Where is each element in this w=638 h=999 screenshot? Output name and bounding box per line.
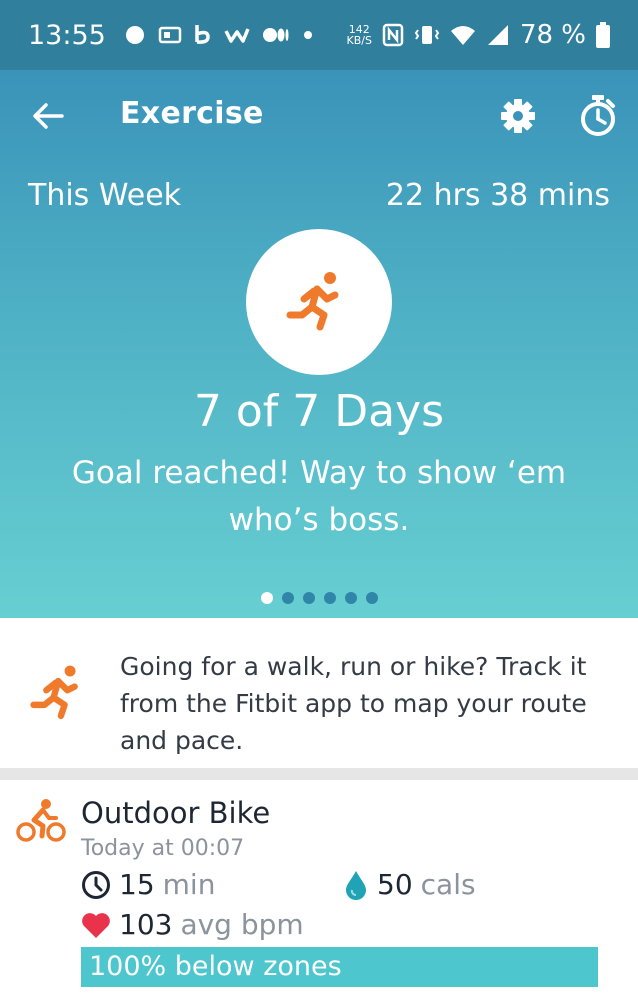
news-icon	[158, 26, 182, 44]
system-icons: 142 KB/S 78 %	[346, 20, 610, 50]
gps-tip-card[interactable]: Going for a walk, run or hike? Track it …	[0, 618, 638, 768]
medium-icon	[262, 28, 289, 42]
page-indicator[interactable]	[0, 592, 638, 604]
activity-list-item[interactable]: Outdoor Bike Today at 00:07 15 min 50 ca…	[0, 780, 638, 999]
calories-unit: cals	[420, 868, 476, 901]
b-app-icon	[195, 25, 210, 44]
heart-zone-bar: 100% below zones	[81, 947, 598, 987]
status-time: 13:55	[28, 19, 106, 51]
calories-value: 50	[377, 868, 413, 901]
exercise-summary-header: Exercise This Week 22 hrs 38 mins 7 of 7…	[0, 70, 638, 618]
calories-drop-icon	[346, 870, 366, 900]
nfc-icon	[382, 23, 404, 47]
tip-text: Going for a walk, run or hike? Track it …	[120, 652, 587, 755]
vibrate-icon	[414, 26, 440, 44]
page-title: Exercise	[120, 96, 264, 131]
days-goal-count: 7 of 7 Days	[193, 386, 445, 437]
page-dot[interactable]	[323, 592, 336, 604]
calories-stat: 50 cals	[343, 868, 476, 901]
more-notifications-icon	[303, 31, 312, 39]
page-dot[interactable]	[365, 592, 378, 604]
cell-signal-icon	[487, 25, 508, 45]
activity-name: Outdoor Bike	[81, 796, 271, 830]
exercise-goal-badge	[246, 229, 392, 375]
gear-icon[interactable]	[498, 96, 538, 136]
bike-icon	[16, 799, 66, 842]
clock-icon	[82, 870, 110, 899]
heart-rate-stat: 103 avg bpm	[81, 908, 304, 941]
duration-value: 15	[119, 868, 155, 901]
running-person-icon	[30, 665, 78, 720]
section-divider	[0, 768, 638, 780]
wifi-icon	[450, 26, 475, 45]
page-dot[interactable]	[344, 592, 357, 604]
page-dot[interactable]	[260, 592, 273, 604]
duration-stat: 15 min	[81, 868, 215, 901]
page-dot[interactable]	[302, 592, 315, 604]
heart-icon	[82, 912, 110, 938]
network-speed: 142 KB/S	[346, 24, 371, 46]
running-person-icon	[286, 272, 339, 331]
goal-message: Goal reached! Way to show ‘em who’s boss…	[71, 455, 567, 538]
stopwatch-icon[interactable]	[577, 94, 619, 138]
heart-rate-value: 103	[119, 908, 173, 941]
page-dot[interactable]	[281, 592, 294, 604]
w-app-icon	[224, 28, 250, 43]
signal-app-icon	[125, 26, 144, 44]
notification-icons	[124, 24, 314, 46]
duration-unit: min	[162, 868, 216, 901]
week-total-duration: 22 hrs 38 mins	[385, 178, 610, 213]
network-speed-unit: KB/S	[346, 34, 372, 47]
toolbar: Exercise	[0, 70, 638, 160]
status-bar: 13:55 142 KB/S 78 %	[0, 0, 638, 70]
week-label: This Week	[28, 178, 182, 213]
battery-icon	[596, 22, 610, 48]
back-arrow-icon[interactable]	[28, 96, 68, 136]
activity-time: Today at 00:07	[81, 836, 245, 861]
battery-percent: 78 %	[519, 20, 586, 50]
heart-rate-unit: avg bpm	[180, 908, 304, 941]
